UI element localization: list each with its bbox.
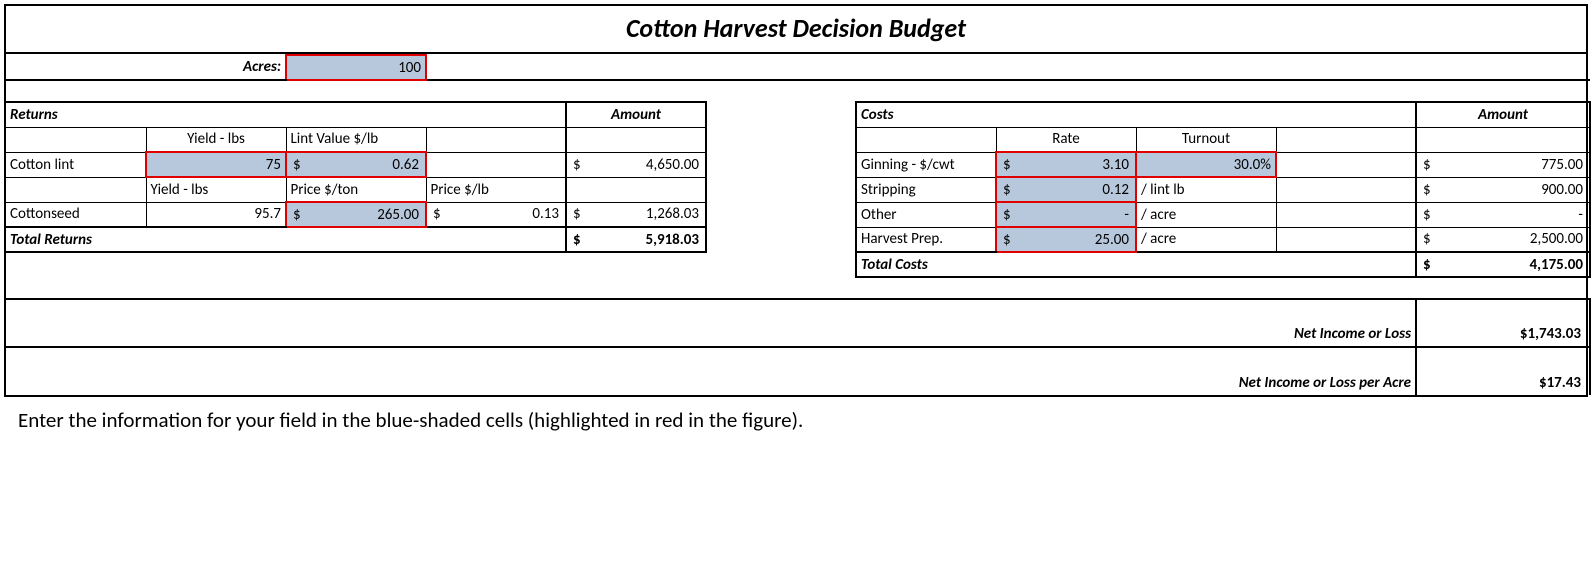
harvest-prep-amount: $2,500.00 xyxy=(1416,227,1590,252)
harvest-prep-rate-input[interactable]: $25.00 xyxy=(996,227,1136,252)
total-returns-amount: $5,918.03 xyxy=(566,227,706,252)
cotton-lint-value-input[interactable]: $0.62 xyxy=(286,152,426,177)
lint-value-label: Lint Value $/lb xyxy=(286,127,426,152)
other-unit: / acre xyxy=(1136,202,1276,227)
ginning-amount: $775.00 xyxy=(1416,152,1590,177)
cotton-lint-label: Cotton lint xyxy=(6,152,146,177)
stripping-unit: / lint lb xyxy=(1136,177,1276,202)
other-rate-input[interactable]: $- xyxy=(996,202,1136,227)
cottonseed-yield: 95.7 xyxy=(146,202,286,227)
cottonseed-amount: $1,268.03 xyxy=(566,202,706,227)
net-income-amount: $1,743.03 xyxy=(1416,299,1590,347)
cottonseed-label: Cottonseed xyxy=(6,202,146,227)
ginning-turnout-input[interactable]: 30.0% xyxy=(1136,152,1276,177)
net-income-label: Net Income or Loss xyxy=(6,299,1416,347)
cotton-lint-amount: $4,650.00 xyxy=(566,152,706,177)
page-title: Cotton Harvest Decision Budget xyxy=(6,6,1586,54)
ginning-rate-input[interactable]: $3.10 xyxy=(996,152,1136,177)
costs-amount-header: Amount xyxy=(1416,102,1590,127)
turnout-label: Turnout xyxy=(1136,127,1276,152)
harvest-prep-unit: / acre xyxy=(1136,227,1276,252)
cotton-lint-yield-input[interactable]: 75 xyxy=(146,152,286,177)
total-returns-label: Total Returns xyxy=(6,227,566,252)
other-amount: $- xyxy=(1416,202,1590,227)
stripping-rate-input[interactable]: $0.12 xyxy=(996,177,1136,202)
stripping-label: Stripping xyxy=(856,177,996,202)
returns-header: Returns xyxy=(6,102,566,127)
budget-sheet: Cotton Harvest Decision Budget Acres: 10… xyxy=(4,4,1588,397)
acres-input[interactable]: 100 xyxy=(286,55,426,80)
cottonseed-price-lb: $0.13 xyxy=(426,202,566,227)
rate-label: Rate xyxy=(996,127,1136,152)
acres-label: Acres: xyxy=(6,55,286,80)
total-costs-label: Total Costs xyxy=(856,252,1416,277)
cottonseed-price-ton-input[interactable]: $265.00 xyxy=(286,202,426,227)
costs-header: Costs xyxy=(856,102,1416,127)
budget-grid: Acres: 100 Returns Amount Costs Amount Y… xyxy=(6,54,1591,395)
caption-text: Enter the information for your field in … xyxy=(4,397,1588,437)
ginning-label: Ginning - $/cwt xyxy=(856,152,996,177)
total-costs-amount: $4,175.00 xyxy=(1416,252,1590,277)
other-label: Other xyxy=(856,202,996,227)
yield-lbs-label-1: Yield - lbs xyxy=(146,127,286,152)
price-ton-label: Price $/ton xyxy=(286,177,426,202)
stripping-amount: $900.00 xyxy=(1416,177,1590,202)
yield-lbs-label-2: Yield - lbs xyxy=(146,177,286,202)
net-per-acre-label: Net Income or Loss per Acre xyxy=(6,347,1416,395)
returns-amount-header: Amount xyxy=(566,102,706,127)
harvest-prep-label: Harvest Prep. xyxy=(856,227,996,252)
net-per-acre-amount: $17.43 xyxy=(1416,347,1590,395)
price-lb-label: Price $/lb xyxy=(426,177,566,202)
